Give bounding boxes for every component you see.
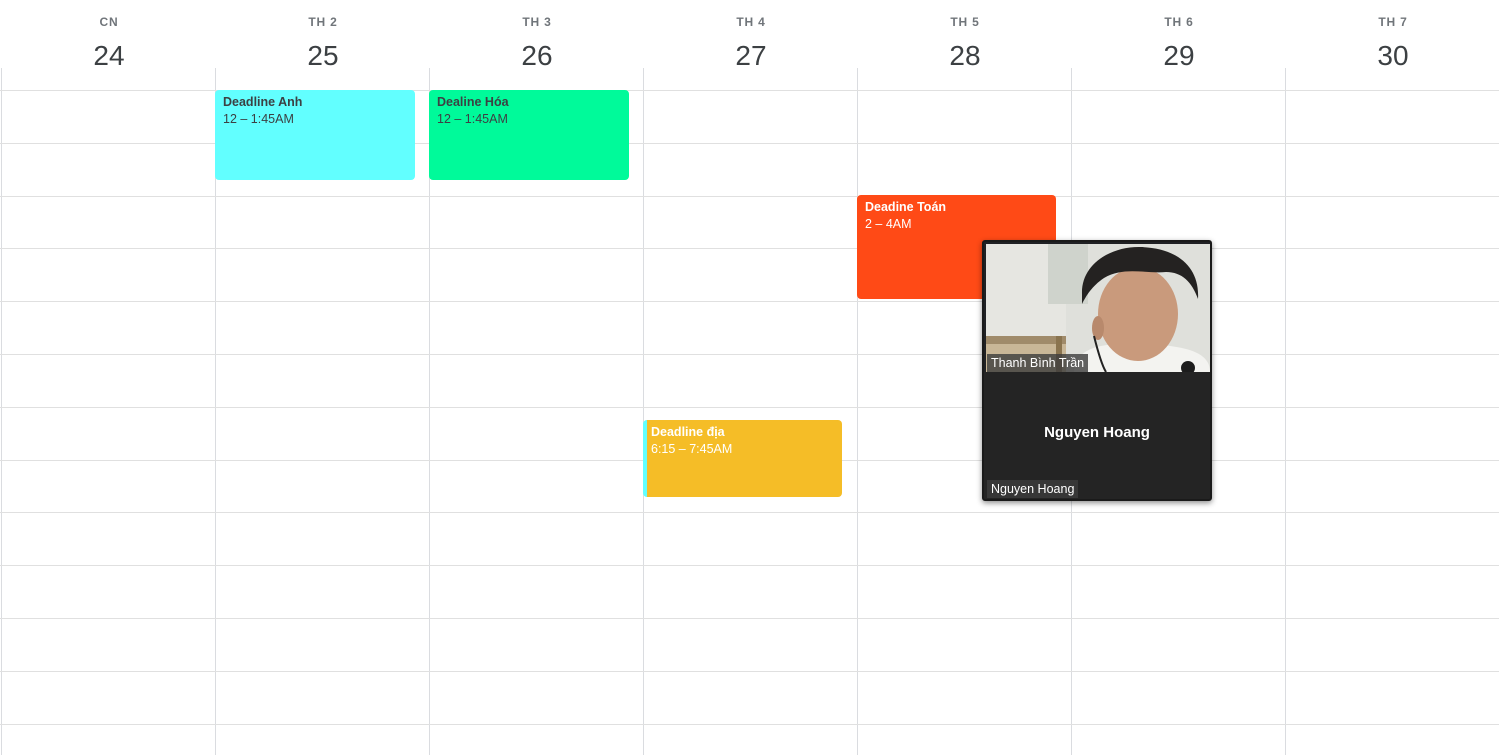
column-divider — [1, 90, 2, 755]
day-name: TH 5 — [950, 15, 980, 29]
day-number[interactable]: 24 — [2, 40, 216, 72]
event-deadline-dia[interactable]: Deadline địa 6:15 – 7:45AM — [643, 420, 842, 497]
day-name: TH 7 — [1378, 15, 1408, 29]
day-header-sun[interactable]: CN 24 — [2, 0, 216, 90]
day-name: TH 2 — [308, 15, 338, 29]
day-number[interactable]: 29 — [1072, 40, 1286, 72]
column-divider — [215, 90, 216, 755]
column-divider — [1285, 90, 1286, 755]
hour-line — [0, 512, 1499, 513]
event-title: Deadline địa — [651, 425, 725, 439]
week-header: CN 24 TH 2 25 TH 3 26 TH 4 27 TH 5 28 TH… — [0, 0, 1499, 90]
event-time: 12 – 1:45AM — [437, 112, 508, 126]
self-tile[interactable]: Nguyen Hoang Nguyen Hoang — [984, 372, 1210, 499]
column-divider — [1071, 68, 1072, 90]
event-title: Dealine Hóa — [437, 95, 509, 109]
day-name: TH 3 — [522, 15, 552, 29]
event-time: 2 – 4AM — [865, 217, 912, 231]
day-number[interactable]: 25 — [216, 40, 430, 72]
event-dealine-hoa[interactable]: Dealine Hóa 12 – 1:45AM — [429, 90, 629, 180]
day-header-fri[interactable]: TH 6 29 — [1072, 0, 1286, 90]
day-number[interactable]: 30 — [1286, 40, 1499, 72]
column-divider — [857, 68, 858, 90]
hour-line — [0, 565, 1499, 566]
participant-name-tag: Thanh Bình Trần — [987, 354, 1089, 372]
day-header-sat[interactable]: TH 7 30 — [1286, 0, 1499, 90]
hour-line — [0, 196, 1499, 197]
day-name: TH 6 — [1164, 15, 1194, 29]
self-name-center: Nguyen Hoang — [1044, 424, 1150, 441]
participant-video-tile[interactable]: Thanh Bình Trần — [986, 244, 1210, 372]
day-number[interactable]: 27 — [644, 40, 858, 72]
video-call-pip[interactable]: Thanh Bình Trần Nguyen Hoang Nguyen Hoan… — [982, 240, 1212, 501]
column-divider — [1, 68, 2, 90]
column-divider — [429, 68, 430, 90]
hour-line — [0, 724, 1499, 725]
hour-line — [0, 248, 1499, 249]
day-header-tue[interactable]: TH 3 26 — [430, 0, 644, 90]
column-divider — [643, 68, 644, 90]
person-video-icon — [986, 244, 1210, 372]
self-name-tag: Nguyen Hoang — [987, 480, 1079, 498]
hour-line — [0, 671, 1499, 672]
day-number[interactable]: 28 — [858, 40, 1072, 72]
column-divider — [215, 68, 216, 90]
event-time: 12 – 1:45AM — [223, 112, 294, 126]
column-divider — [1285, 68, 1286, 90]
day-name: TH 4 — [736, 15, 766, 29]
hour-line — [0, 354, 1499, 355]
day-number[interactable]: 26 — [430, 40, 644, 72]
event-title: Deadline Anh — [223, 95, 303, 109]
event-time: 6:15 – 7:45AM — [651, 442, 733, 456]
column-divider — [857, 90, 858, 755]
day-header-wed[interactable]: TH 4 27 — [644, 0, 858, 90]
event-title: Deadine Toán — [865, 200, 947, 214]
hour-line — [0, 618, 1499, 619]
day-header-thu[interactable]: TH 5 28 — [858, 0, 1072, 90]
day-header-mon[interactable]: TH 2 25 — [216, 0, 430, 90]
day-name: CN — [99, 15, 119, 29]
column-divider — [429, 90, 430, 755]
event-deadline-anh[interactable]: Deadline Anh 12 – 1:45AM — [215, 90, 415, 180]
hour-line — [0, 407, 1499, 408]
hour-line — [0, 301, 1499, 302]
